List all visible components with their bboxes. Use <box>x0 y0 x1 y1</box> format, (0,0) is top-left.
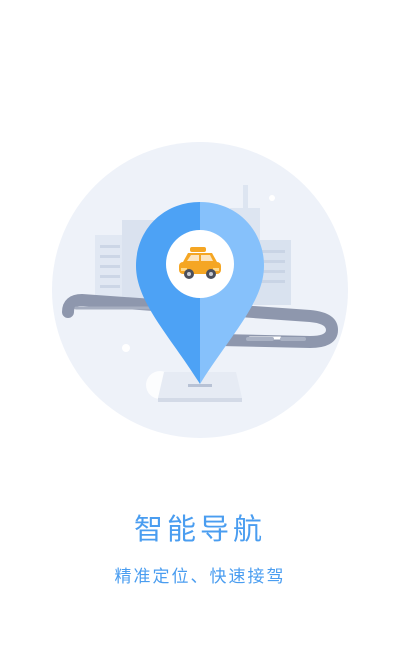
splash-screen: 智能导航 精准定位、快速接驾 <box>0 0 400 650</box>
decor-dot <box>269 195 275 201</box>
page-title: 智能导航 <box>133 512 266 546</box>
page-subtitle: 精准定位、快速接驾 <box>114 567 286 587</box>
navigation-illustration <box>52 142 348 438</box>
decor-dot <box>122 344 130 352</box>
